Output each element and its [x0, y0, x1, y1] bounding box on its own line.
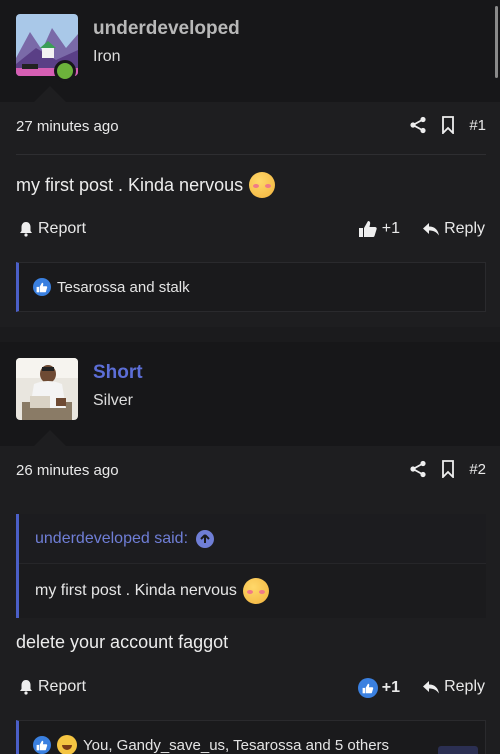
post-meta: 26 minutes ago #2 — [0, 446, 500, 498]
thumbs-up-icon — [358, 221, 377, 237]
divider — [16, 154, 486, 155]
post-text: my first post . Kinda nervous — [16, 174, 244, 195]
quote-header[interactable]: underdeveloped said: — [19, 514, 486, 564]
post-time[interactable]: 27 minutes ago — [16, 118, 119, 135]
blushing-emoji-icon — [249, 172, 276, 198]
reply-icon — [423, 223, 440, 236]
quote-block[interactable]: underdeveloped said: my first post . Kin… — [16, 514, 486, 618]
quote-author[interactable]: underdeveloped said: — [35, 530, 188, 548]
post-meta-icons: #2 — [409, 460, 486, 478]
post-number[interactable]: #1 — [469, 117, 486, 134]
like-button[interactable]: +1 — [357, 678, 400, 698]
report-label: Report — [38, 678, 87, 695]
arrow-up-icon[interactable] — [196, 529, 215, 548]
post-meta: 27 minutes ago #1 — [0, 102, 500, 154]
post1-header: underdeveloped Iron — [0, 0, 500, 102]
bookmark-icon[interactable] — [441, 460, 455, 478]
post-number[interactable]: #2 — [469, 461, 486, 478]
share-icon[interactable] — [409, 116, 427, 134]
scroll-to-top-button[interactable] — [438, 746, 478, 754]
reactions-bar[interactable]: Tesarossa and stalk — [16, 262, 486, 312]
post-meta-icons: #1 — [409, 116, 486, 134]
bell-icon — [20, 680, 32, 695]
post2-body: 26 minutes ago #2 underdeveloped said: m… — [0, 446, 500, 754]
post-time[interactable]: 26 minutes ago — [16, 462, 119, 479]
quote-content: my first post . Kinda nervous — [19, 564, 486, 618]
username[interactable]: Short — [93, 362, 143, 384]
header-notch — [34, 430, 66, 446]
bookmark-icon[interactable] — [441, 116, 455, 134]
thumbs-up-icon — [357, 678, 378, 698]
user-rank: Iron — [93, 48, 121, 65]
scrollbar[interactable] — [495, 6, 498, 78]
post-actions: Report +1 Reply — [0, 670, 500, 710]
online-status-dot — [54, 60, 76, 82]
reactions-text: Tesarossa and stalk — [57, 278, 190, 296]
avatar[interactable] — [16, 358, 78, 420]
reply-button[interactable]: Reply — [422, 220, 485, 238]
report-button[interactable]: Report — [18, 220, 86, 238]
post-content: delete your account faggot — [16, 632, 228, 653]
post-content: my first post . Kinda nervous — [16, 172, 276, 198]
user-rank: Silver — [93, 392, 134, 409]
reactions-bar[interactable]: You, Gandy_save_us, Tesarossa and 5 othe… — [16, 720, 486, 754]
like-count: +1 — [381, 220, 400, 237]
like-icon — [33, 278, 51, 296]
quote-text: my first post . Kinda nervous — [35, 582, 237, 599]
like-button[interactable]: +1 — [358, 220, 400, 238]
laugh-icon — [57, 735, 77, 754]
post-text: delete your account faggot — [16, 632, 229, 652]
reply-label: Reply — [444, 678, 485, 695]
username[interactable]: underdeveloped — [93, 18, 240, 40]
report-label: Report — [38, 220, 87, 237]
reactions-text: You, Gandy_save_us, Tesarossa and 5 othe… — [83, 736, 390, 754]
header-notch — [34, 86, 66, 102]
post-actions: Report +1 Reply — [0, 212, 500, 252]
like-icon — [33, 736, 51, 754]
like-count: +1 — [381, 679, 400, 696]
reply-label: Reply — [444, 220, 485, 237]
share-icon[interactable] — [409, 460, 427, 478]
bell-icon — [20, 222, 32, 237]
post2-header: Short Silver — [0, 342, 500, 446]
reply-button[interactable]: Reply — [422, 678, 485, 696]
blushing-emoji-icon — [242, 578, 269, 604]
reply-icon — [423, 681, 440, 694]
report-button[interactable]: Report — [18, 678, 86, 696]
post1-body: 27 minutes ago #1 my first post . Kinda … — [0, 102, 500, 327]
